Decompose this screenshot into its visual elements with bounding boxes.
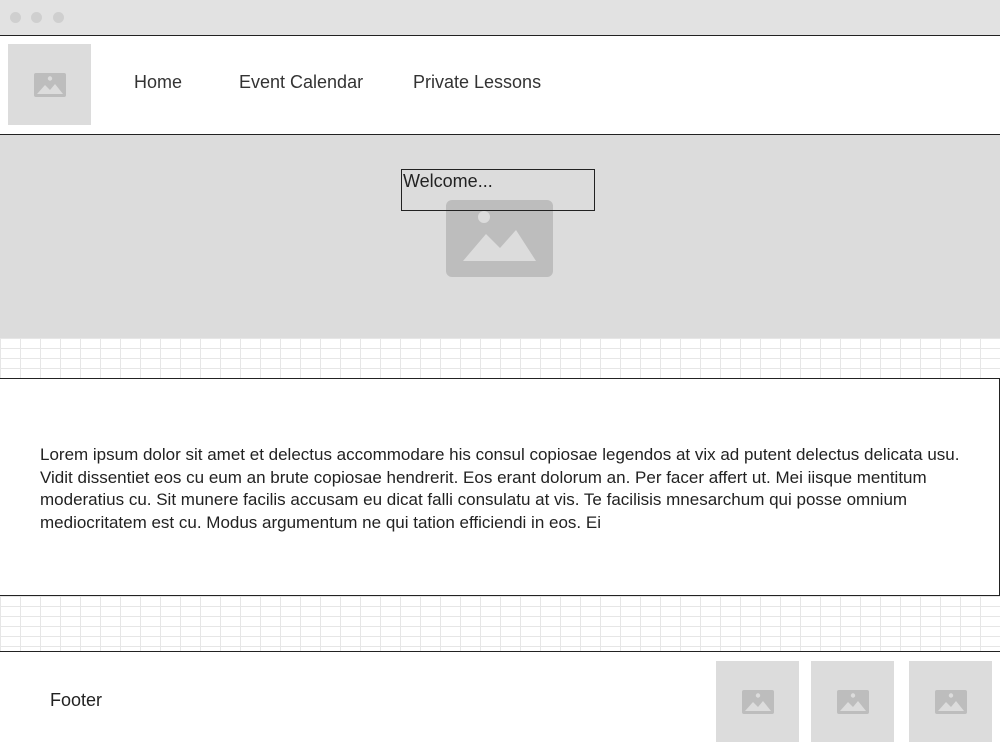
- nav-private-lessons-link[interactable]: Private Lessons: [413, 72, 541, 93]
- logo-image-placeholder[interactable]: [8, 44, 91, 125]
- image-placeholder-icon: [741, 689, 774, 714]
- footer-label: Footer: [50, 690, 103, 710]
- body-paragraph: Lorem ipsum dolor sit amet et delectus a…: [40, 445, 960, 532]
- footer-image-placeholder-1[interactable]: [716, 661, 799, 742]
- window-close-dot[interactable]: [10, 12, 21, 23]
- image-placeholder-icon: [934, 689, 967, 714]
- image-placeholder-icon: [33, 72, 66, 97]
- window-titlebar: [0, 0, 1000, 36]
- window-minimize-dot[interactable]: [31, 12, 42, 23]
- footer-image-placeholder-2[interactable]: [811, 661, 894, 742]
- nav-home-link[interactable]: Home: [134, 72, 182, 93]
- grid-spacer-bottom: [0, 596, 1000, 651]
- footer-image-placeholder-3[interactable]: [909, 661, 992, 742]
- hero-image-placeholder-icon: [446, 200, 553, 277]
- window-zoom-dot[interactable]: [53, 12, 64, 23]
- welcome-text-box: Welcome...: [401, 169, 595, 211]
- image-placeholder-icon: [836, 689, 869, 714]
- grid-spacer-top: [0, 338, 1000, 378]
- nav-event-calendar-link[interactable]: Event Calendar: [239, 72, 363, 93]
